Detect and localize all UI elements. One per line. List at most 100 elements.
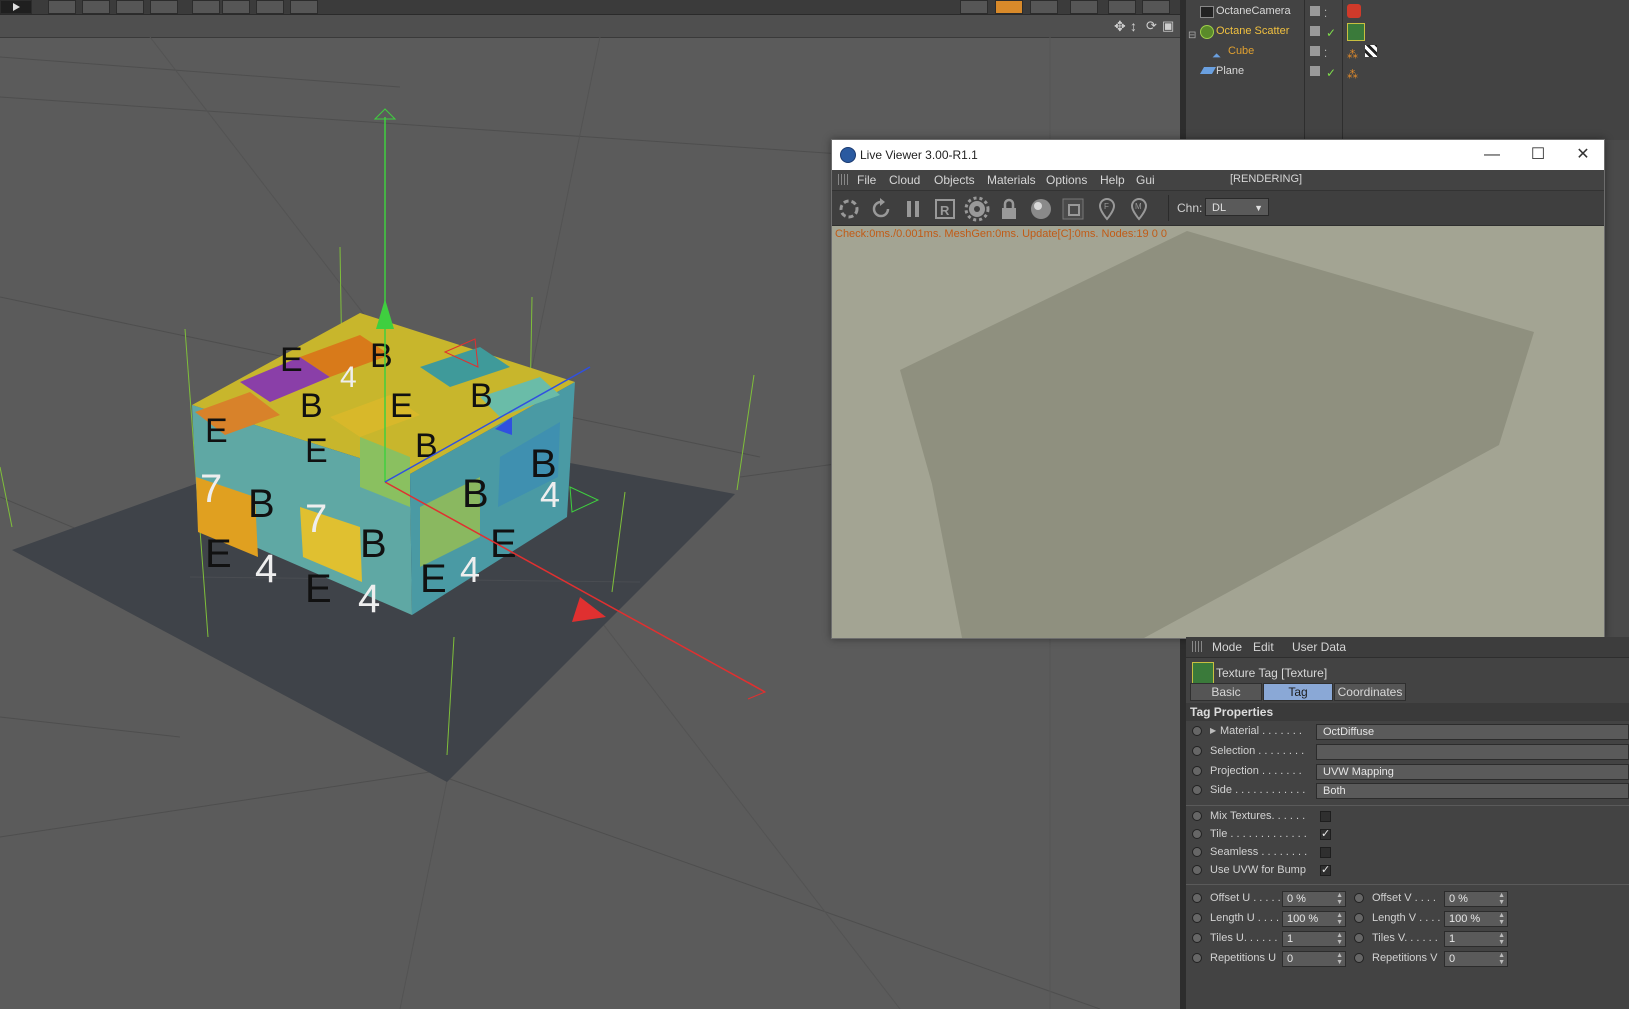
animate-radio[interactable]: [1192, 953, 1202, 963]
octane-icon[interactable]: [1142, 0, 1170, 14]
selection-field[interactable]: [1316, 744, 1629, 760]
menu-objects[interactable]: Objects: [934, 173, 975, 187]
animate-radio[interactable]: [1192, 865, 1202, 875]
pick-material-icon[interactable]: M: [1126, 196, 1152, 222]
offset-v-field[interactable]: 0 % ▲ ▼: [1444, 891, 1508, 907]
om-row-octanecamera[interactable]: OctaneCamera ⁚: [1186, 1, 1629, 21]
use-uvw-bump-checkbox[interactable]: ✓: [1320, 865, 1331, 876]
rotate-view-icon[interactable]: ⟳: [1146, 18, 1157, 34]
clay-mode-icon[interactable]: [1060, 196, 1086, 222]
menu-mode[interactable]: Mode: [1212, 640, 1242, 654]
zoom-view-icon[interactable]: ↕: [1130, 18, 1137, 34]
seamless-checkbox[interactable]: [1320, 847, 1331, 858]
animate-radio[interactable]: [1192, 726, 1202, 736]
generator-icon[interactable]: [150, 0, 178, 14]
texture-tag-icon[interactable]: [1347, 23, 1365, 41]
stepper-arrows-icon[interactable]: ▲ ▼: [1498, 892, 1505, 906]
animate-radio[interactable]: [1354, 913, 1364, 923]
phong-tag-icon[interactable]: ⁂: [1347, 65, 1358, 85]
enabled-check-icon[interactable]: ✓: [1326, 23, 1336, 43]
animate-radio[interactable]: [1192, 811, 1202, 821]
tile-checkbox[interactable]: ✓: [1320, 829, 1331, 840]
floor-icon[interactable]: [222, 0, 250, 14]
menu-help[interactable]: Help: [1100, 173, 1125, 187]
move-view-icon[interactable]: ✥: [1114, 18, 1126, 35]
material-field[interactable]: OctDiffuse: [1316, 724, 1629, 740]
tab-coordinates[interactable]: Coordinates: [1334, 683, 1406, 701]
stepper-arrows-icon[interactable]: ▲ ▼: [1336, 912, 1343, 926]
y-axis-handle[interactable]: [376, 299, 394, 329]
octane-camera-tag-icon[interactable]: [1347, 4, 1361, 18]
animate-radio[interactable]: [1192, 766, 1202, 776]
menu-user-data[interactable]: User Data: [1292, 640, 1346, 654]
enabled-check-icon[interactable]: ✓: [1326, 63, 1336, 83]
xpresso-icon[interactable]: [1070, 0, 1098, 14]
animate-radio[interactable]: [1192, 829, 1202, 839]
live-viewer-window[interactable]: Live Viewer 3.00-R1.1 — ☐ ✕ File Cloud O…: [831, 139, 1605, 639]
tab-basic[interactable]: Basic: [1190, 683, 1262, 701]
toggle-view-icon[interactable]: ▣: [1162, 18, 1174, 34]
material-ball-icon[interactable]: [1028, 196, 1054, 222]
stepper-arrows-icon[interactable]: ▲ ▼: [1498, 952, 1505, 966]
settings-gear-icon[interactable]: [964, 196, 990, 222]
restart-render-icon[interactable]: [868, 196, 894, 222]
channel-select[interactable]: DL ▼: [1205, 198, 1269, 216]
render-region-icon[interactable]: [1030, 0, 1058, 14]
animate-radio[interactable]: [1354, 953, 1364, 963]
menu-edit[interactable]: Edit: [1253, 640, 1274, 654]
paint-icon[interactable]: [995, 0, 1023, 14]
light-icon[interactable]: [290, 0, 318, 14]
tab-tag[interactable]: Tag: [1263, 683, 1333, 701]
animate-radio[interactable]: [1354, 933, 1364, 943]
repetitions-v-field[interactable]: 0 ▲ ▼: [1444, 951, 1508, 967]
om-row-plane[interactable]: Plane ✓ ⁂: [1186, 61, 1629, 81]
grip-icon[interactable]: [838, 174, 848, 185]
edit-icon[interactable]: [1310, 26, 1320, 36]
animate-radio[interactable]: [1192, 746, 1202, 756]
animate-radio[interactable]: [1192, 893, 1202, 903]
camera-icon[interactable]: [256, 0, 284, 14]
stepper-arrows-icon[interactable]: ▲ ▼: [1336, 892, 1343, 906]
rotate-icon[interactable]: [82, 0, 110, 14]
region-render-icon[interactable]: R: [932, 196, 958, 222]
om-row-cube[interactable]: ⏶ Cube ⁚ ⁂: [1186, 41, 1629, 62]
pick-focus-icon[interactable]: F: [1094, 196, 1120, 222]
maximize-icon[interactable]: ☐: [1518, 142, 1558, 168]
length-u-field[interactable]: 100 % ▲ ▼: [1282, 911, 1346, 927]
send-scene-icon[interactable]: [836, 196, 862, 222]
tiles-u-field[interactable]: 1 ▲ ▼: [1282, 931, 1346, 947]
grip-icon[interactable]: [1192, 641, 1202, 652]
sculpt-icon[interactable]: [960, 0, 988, 14]
edit-icon[interactable]: [1310, 46, 1320, 56]
animate-radio[interactable]: [1192, 933, 1202, 943]
projection-select[interactable]: UVW Mapping: [1316, 764, 1629, 780]
spline-icon[interactable]: [116, 0, 144, 14]
menu-cloud[interactable]: Cloud: [889, 173, 920, 187]
close-icon[interactable]: ✕: [1563, 142, 1603, 168]
menu-materials[interactable]: Materials: [987, 173, 1036, 187]
minimize-icon[interactable]: —: [1472, 142, 1512, 168]
side-select[interactable]: Both: [1316, 783, 1629, 799]
render-canvas[interactable]: Check:0ms./0.001ms. MeshGen:0ms. Update[…: [832, 226, 1604, 638]
animate-radio[interactable]: [1354, 893, 1364, 903]
edit-icon[interactable]: [1310, 66, 1320, 76]
object-name[interactable]: Plane: [1216, 61, 1244, 81]
menu-file[interactable]: File: [857, 173, 876, 187]
play-icon[interactable]: [0, 0, 32, 14]
cube-icon[interactable]: [48, 0, 76, 14]
checker-texture-tag-icon[interactable]: [1365, 45, 1377, 57]
live-viewer-titlebar[interactable]: Live Viewer 3.00-R1.1 — ☐ ✕: [832, 140, 1604, 170]
pause-icon[interactable]: [900, 196, 926, 222]
stepper-arrows-icon[interactable]: ▲ ▼: [1498, 912, 1505, 926]
deformer-icon[interactable]: [192, 0, 220, 14]
menu-options[interactable]: Options: [1046, 173, 1087, 187]
animate-radio[interactable]: [1192, 785, 1202, 795]
repetitions-u-field[interactable]: 0 ▲ ▼: [1282, 951, 1346, 967]
om-row-octane-scatter[interactable]: ⊟ Octane Scatter ✓: [1186, 21, 1629, 41]
animate-radio[interactable]: [1192, 847, 1202, 857]
scene-icon[interactable]: [1108, 0, 1136, 14]
length-v-field[interactable]: 100 % ▲ ▼: [1444, 911, 1508, 927]
object-name[interactable]: OctaneCamera: [1216, 1, 1291, 21]
offset-u-field[interactable]: 0 % ▲ ▼: [1282, 891, 1346, 907]
tiles-v-field[interactable]: 1 ▲ ▼: [1444, 931, 1508, 947]
